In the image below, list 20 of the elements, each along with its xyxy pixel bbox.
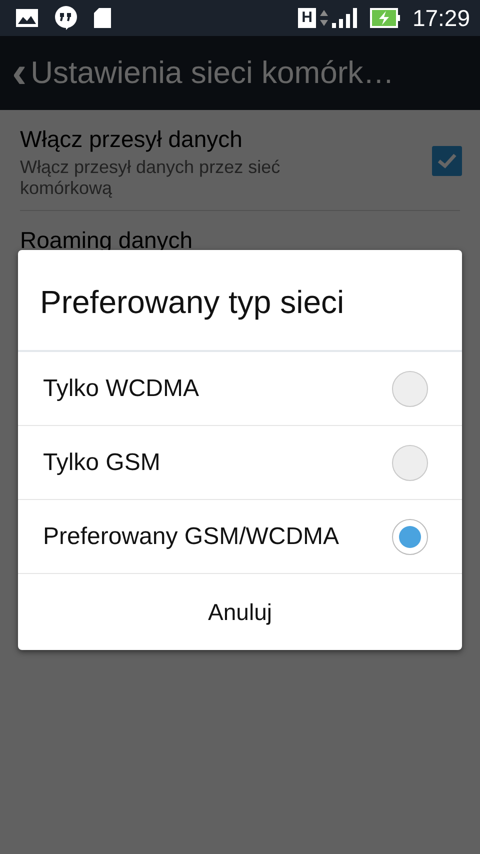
- dialog-title: Preferowany typ sieci: [18, 250, 462, 352]
- radio-option[interactable]: Tylko GSM: [18, 426, 462, 500]
- clock: 17:29: [412, 4, 470, 33]
- chat-icon: [54, 6, 78, 30]
- network-type-indicator: H: [298, 8, 316, 28]
- data-arrows-icon: [320, 8, 328, 28]
- radio-button[interactable]: [392, 444, 428, 480]
- sd-card-icon: [94, 8, 111, 28]
- battery-charging-icon: [370, 8, 400, 28]
- radio-option[interactable]: Tylko WCDMA: [18, 352, 462, 426]
- signal-icon: [332, 7, 358, 29]
- radio-button[interactable]: [392, 370, 428, 406]
- checkbox[interactable]: [432, 146, 462, 176]
- setting-title: Włącz przesył danych: [20, 125, 244, 154]
- image-icon: [16, 9, 38, 27]
- radio-button[interactable]: [392, 518, 428, 554]
- setting-summary: Włącz przesył danych przez sieć komórkową: [20, 156, 282, 200]
- cancel-button[interactable]: Anuluj: [18, 574, 462, 650]
- radio-option[interactable]: Preferowany GSM/WCDMA: [18, 500, 462, 574]
- check-icon: [437, 152, 457, 169]
